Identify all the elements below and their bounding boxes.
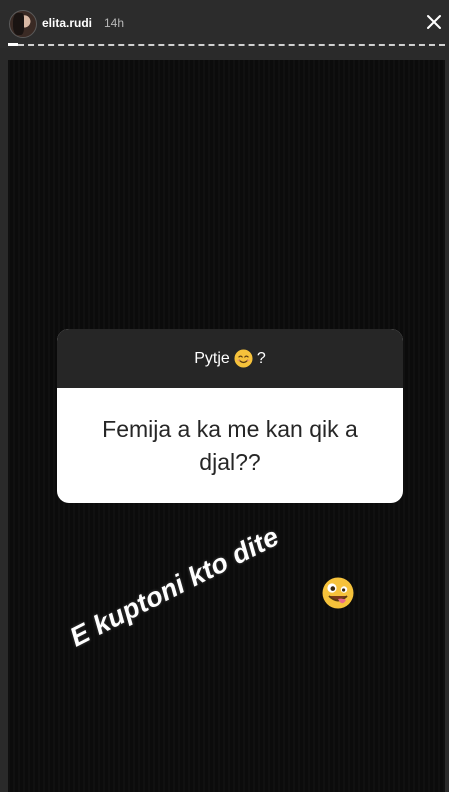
username[interactable]: elita.rudi <box>42 16 92 30</box>
smiling-face-icon <box>234 349 253 368</box>
story-progress-fill <box>8 43 18 46</box>
question-text: Femija a ka me kan qik a djal?? <box>102 415 358 475</box>
story-progress-bar <box>8 44 445 46</box>
question-sticker-title-suffix: ? <box>256 349 266 367</box>
question-sticker-title: Pytje <box>194 349 230 367</box>
close-icon[interactable] <box>424 12 444 32</box>
question-sticker[interactable]: Pytje ? Femija a ka me kan qik a djal?? <box>57 329 403 503</box>
post-time: 14h <box>104 16 125 30</box>
zany-face-icon <box>321 576 355 610</box>
avatar[interactable] <box>9 10 37 38</box>
story-header: elita.rudi 14h <box>0 0 449 48</box>
question-sticker-header: Pytje ? <box>57 329 403 388</box>
